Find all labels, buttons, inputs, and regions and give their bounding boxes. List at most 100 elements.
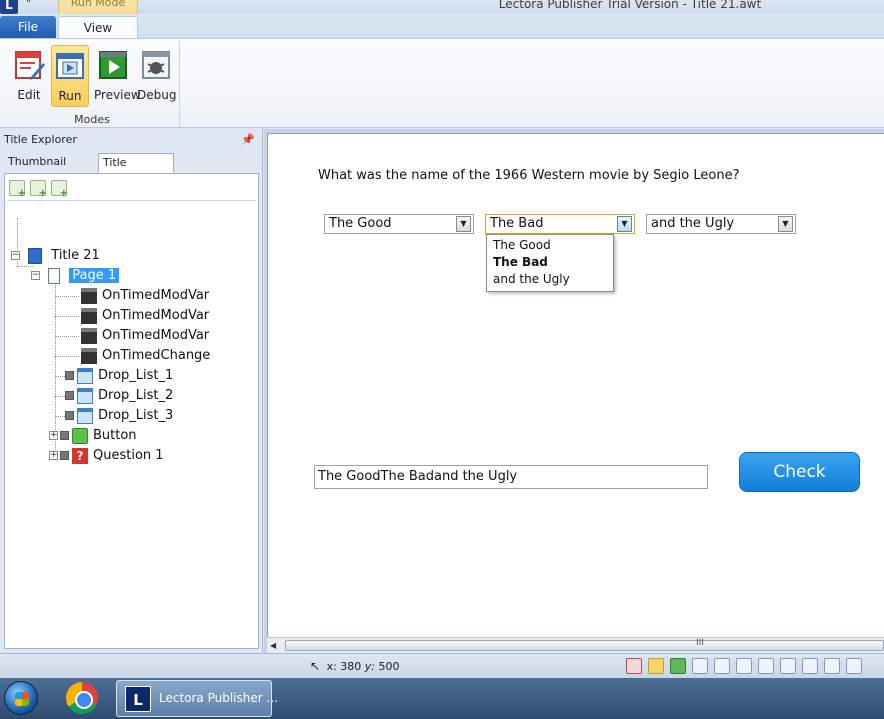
taskbar: L Lectora Publisher ... [0, 678, 884, 719]
pin-icon[interactable]: 📌 [241, 129, 255, 151]
dropdown-option[interactable]: and the Ugly [487, 271, 613, 288]
tree-node-action[interactable]: OnTimedModVar [81, 286, 209, 306]
tree-node-label: Drop_List_3 [98, 408, 174, 423]
question-icon: ? [72, 447, 88, 464]
preview-button[interactable]: Preview [94, 45, 141, 107]
horizontal-scrollbar[interactable]: ◀ III [267, 637, 884, 653]
add-section-icon[interactable] [30, 180, 47, 199]
drop-list-value: The Bad [490, 216, 544, 231]
object-box-icon [65, 371, 74, 380]
scrollbar-thumb[interactable]: III [285, 638, 884, 651]
edit-mode-icon[interactable] [626, 658, 642, 674]
edit-label: Edit [17, 88, 41, 102]
divider [7, 200, 256, 201]
context-group-run-mode: Run Mode [58, 0, 138, 14]
tree-node-droplist[interactable]: Drop_List_1 [65, 366, 173, 386]
layout-icon[interactable] [846, 658, 862, 674]
tree-node-droplist[interactable]: Drop_List_2 [65, 386, 173, 406]
collapse-toggle[interactable]: − [31, 271, 40, 280]
scrollbar-grip: III [696, 638, 704, 648]
question-text: What was the name of the 1966 Western mo… [318, 168, 740, 183]
tab-title-explorer[interactable]: Title Explorer [98, 153, 174, 187]
chevron-down-icon[interactable]: ▼ [778, 216, 793, 232]
publish-dropdown-icon[interactable] [692, 658, 708, 674]
drop-list-1[interactable]: The Good ▼ [324, 214, 474, 234]
expand-toggle[interactable]: + [49, 451, 58, 460]
status-toolbar [626, 658, 868, 676]
expand-toggle[interactable]: + [49, 431, 58, 440]
object-box-icon [60, 451, 69, 460]
list-icon [77, 407, 93, 424]
tab-view[interactable]: View [58, 16, 138, 40]
chevron-down-icon[interactable]: ▼ [617, 216, 632, 232]
tree-node-label: Question 1 [93, 448, 164, 463]
tree-node-droplist[interactable]: Drop_List_3 [65, 406, 173, 426]
run-mode-icon[interactable] [648, 658, 664, 674]
size-icon[interactable] [824, 658, 840, 674]
align-center-icon[interactable] [780, 658, 796, 674]
tab-file[interactable]: File [0, 16, 56, 38]
check-answer-button[interactable]: Check answer [739, 452, 860, 520]
tree-node-label: OnTimedChange [102, 348, 211, 363]
clapperboard-icon [81, 347, 97, 364]
collapse-toggle[interactable]: − [11, 251, 20, 260]
answer-text-field[interactable]: The GoodThe Badand the Ugly [314, 465, 708, 489]
tree-node-question[interactable]: +? Question 1 [49, 446, 164, 466]
chevron-down-icon[interactable]: ▼ [456, 216, 471, 232]
panel-title: Title Explorer [4, 133, 77, 146]
y-label: y: [364, 660, 375, 673]
start-button[interactable] [4, 681, 38, 715]
tree-node-action[interactable]: OnTimedChange [81, 346, 210, 366]
dropdown-option[interactable]: The Good [487, 237, 613, 254]
align-left-icon[interactable] [714, 658, 730, 674]
add-page-icon[interactable] [51, 180, 68, 199]
run-button[interactable]: Run [51, 45, 89, 107]
align-top-icon[interactable] [758, 658, 774, 674]
clapperboard-icon [81, 327, 97, 344]
taskbar-lectora-button[interactable]: L Lectora Publisher ... [116, 680, 278, 717]
tree-node-title[interactable]: − Title 21 [11, 246, 100, 266]
edit-icon [15, 51, 45, 80]
list-icon [77, 387, 93, 404]
drop-list-options: The Good The Bad and the Ugly [486, 234, 614, 292]
edit-button[interactable]: Edit [10, 45, 48, 107]
drop-list-value: and the Ugly [651, 216, 735, 231]
distribute-icon[interactable] [802, 658, 818, 674]
book-icon [28, 247, 43, 264]
x-value: 380 [340, 660, 362, 673]
align-bottom-icon[interactable] [736, 658, 752, 674]
chrome-icon[interactable] [66, 682, 98, 714]
drop-list-2[interactable]: The Bad ▼ [485, 214, 635, 234]
modes-group-label: Modes [74, 113, 110, 126]
lectora-logo-icon: L [125, 686, 151, 712]
status-bar: ↖ x: 380 y: 500 [0, 653, 884, 678]
page-canvas: What was the name of the 1966 Western mo… [267, 133, 884, 637]
tree-node-label: OnTimedModVar [102, 308, 210, 323]
quick-access-toolbar[interactable]: " [26, 0, 31, 10]
ribbon-tab-row: File View [0, 14, 884, 40]
scroll-left-icon[interactable]: ◀ [270, 638, 276, 654]
list-icon [77, 367, 93, 384]
tree-node-action[interactable]: OnTimedModVar [81, 306, 209, 326]
tree-node-label: Title 21 [51, 248, 100, 263]
tree-node-label: Page 1 [69, 268, 120, 283]
tree-node-label: Button [93, 428, 137, 443]
add-chapter-icon[interactable] [9, 180, 26, 199]
tab-thumbnail-view[interactable]: Thumbnail View [4, 153, 96, 186]
app-logo[interactable]: L [0, 0, 18, 14]
canvas-frame: What was the name of the 1966 Western mo… [264, 129, 884, 653]
title-explorer-panel: Title Explorer 📌 Thumbnail View Title Ex… [0, 129, 263, 653]
preview-mode-icon[interactable] [670, 658, 686, 674]
tree-node-action[interactable]: OnTimedModVar [81, 326, 209, 346]
taskbar-button-label: Lectora Publisher ... [159, 691, 278, 705]
drop-list-3[interactable]: and the Ugly ▼ [646, 214, 796, 234]
page-icon [48, 267, 61, 284]
tree-node-button[interactable]: + Button [49, 426, 137, 446]
debug-button[interactable]: Debug [137, 45, 176, 107]
tree-toolbar [9, 180, 72, 199]
cursor-coordinates: ↖ x: 380 y: 500 [310, 659, 400, 673]
dropdown-option-selected[interactable]: The Bad [487, 254, 613, 271]
tree-node-page[interactable]: − Page 1 [31, 266, 120, 286]
debug-icon [142, 51, 170, 79]
run-label: Run [58, 89, 82, 103]
